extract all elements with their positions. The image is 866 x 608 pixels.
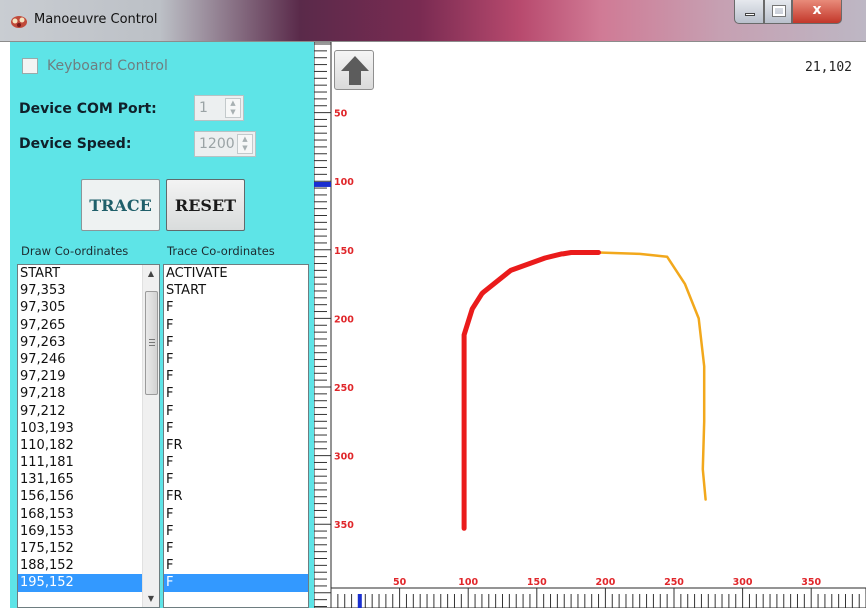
y-tick-label: 150 xyxy=(334,246,354,257)
device-speed-spinner[interactable]: 1200 ▲ ▼ xyxy=(194,131,256,157)
draw-coordinate-item[interactable]: 168,153 xyxy=(18,506,159,523)
y-tick-label: 300 xyxy=(334,452,354,463)
trace-coordinate-item[interactable]: FR xyxy=(164,437,308,454)
trace-coordinate-item[interactable]: ACTIVATE xyxy=(164,265,308,282)
trace-coordinate-item[interactable]: F xyxy=(164,540,308,557)
window-title: Manoeuvre Control xyxy=(34,12,158,27)
draw-coordinate-item[interactable]: START xyxy=(18,265,159,282)
trace-coordinate-item[interactable]: F xyxy=(164,557,308,574)
com-port-spinner[interactable]: 1 ▲ ▼ xyxy=(194,95,244,121)
maximize-button[interactable] xyxy=(764,0,792,24)
draw-coordinates-list[interactable]: START 97,353 97,305 97,265 97,263 97,246 97,21… xyxy=(17,264,160,608)
draw-coordinate-item[interactable]: 110,182 xyxy=(18,437,159,454)
draw-coordinate-item[interactable]: 97,265 xyxy=(18,317,159,334)
draw-coordinate-item[interactable]: 97,263 xyxy=(18,334,159,351)
trace-coordinate-item[interactable]: F xyxy=(164,506,308,523)
draw-coordinate-item[interactable]: 195,152 xyxy=(18,574,159,592)
x-tick-label: 250 xyxy=(664,577,684,588)
spin-up-icon[interactable]: ▲ xyxy=(238,135,252,144)
draw-coordinate-item[interactable]: 131,165 xyxy=(18,471,159,488)
com-port-value: 1 xyxy=(199,100,208,116)
trace-coordinate-item[interactable]: F xyxy=(164,351,308,368)
trace-coordinate-item[interactable]: F xyxy=(164,420,308,437)
minimize-icon xyxy=(745,13,755,16)
keyboard-control-label: Keyboard Control xyxy=(47,58,168,74)
y-tick-label: 100 xyxy=(334,177,354,188)
trace-coordinate-item[interactable]: F xyxy=(164,317,308,334)
draw-coordinate-item[interactable]: 97,218 xyxy=(18,385,159,402)
x-tick-label: 200 xyxy=(595,577,615,588)
draw-coordinate-item[interactable]: 97,212 xyxy=(18,403,159,420)
coordinate-readout: 21,102 xyxy=(805,60,852,75)
drawn-path xyxy=(461,250,601,531)
drawing-canvas[interactable]: 50 100 150 200 250 300 350 50 100 150 200 250 300 350… xyxy=(314,42,866,608)
draw-coordinate-item[interactable]: 97,219 xyxy=(18,368,159,385)
trace-coordinate-item[interactable]: F xyxy=(164,523,308,540)
trace-coordinate-item[interactable]: F xyxy=(164,299,308,316)
close-button[interactable]: x xyxy=(792,0,842,24)
draw-coordinate-item[interactable]: 97,353 xyxy=(18,282,159,299)
keyboard-control-row: Keyboard Control xyxy=(22,58,168,74)
control-panel: Keyboard Control Device COM Port: 1 ▲ ▼ D… xyxy=(10,42,314,608)
canvas-svg[interactable]: 50 100 150 200 250 300 350 50 100 150 200 250 300 350 xyxy=(314,42,866,608)
trace-coordinate-item[interactable]: F xyxy=(164,454,308,471)
traced-path xyxy=(597,251,707,501)
draw-coordinate-item[interactable]: 169,153 xyxy=(18,523,159,540)
draw-list-scrollbar[interactable]: ▲ ▼ xyxy=(142,265,159,607)
draw-coordinate-item[interactable]: 97,305 xyxy=(18,299,159,316)
draw-coordinate-item[interactable]: 111,181 xyxy=(18,454,159,471)
scroll-up-icon[interactable]: ▲ xyxy=(143,265,159,282)
trace-coordinate-item[interactable]: F xyxy=(164,368,308,385)
title-bar: Manoeuvre Control x xyxy=(0,0,866,42)
draw-coordinates-header: Draw Co-ordinates xyxy=(21,244,129,258)
trace-coordinates-list[interactable]: ACTIVATE START F F F F F F F F FR F F FR F F F F F xyxy=(163,264,309,608)
device-speed-label: Device Speed: xyxy=(19,136,132,152)
x-tick-label: 100 xyxy=(458,577,478,588)
draw-coordinate-item[interactable]: 97,246 xyxy=(18,351,159,368)
trace-coordinate-item[interactable]: START xyxy=(164,282,308,299)
grip-icon xyxy=(149,339,155,346)
draw-coordinate-item[interactable]: 175,152 xyxy=(18,540,159,557)
trace-button[interactable]: TRACE xyxy=(81,179,160,231)
keyboard-control-checkbox[interactable] xyxy=(22,58,38,74)
minimize-button[interactable] xyxy=(734,0,764,24)
move-forward-button[interactable] xyxy=(334,50,374,90)
x-tick-label: 50 xyxy=(393,577,407,588)
trace-coordinate-item[interactable]: F xyxy=(164,471,308,488)
trace-coordinate-item[interactable]: F xyxy=(164,574,308,592)
y-tick-label: 200 xyxy=(334,314,354,325)
reset-button[interactable]: RESET xyxy=(166,179,245,231)
ruler-cursor-marker xyxy=(357,594,362,608)
draw-list-items: START 97,353 97,305 97,265 97,263 97,246 97,21… xyxy=(18,265,159,592)
spin-up-icon[interactable]: ▲ xyxy=(226,99,240,108)
scroll-down-icon[interactable]: ▼ xyxy=(143,590,159,607)
up-arrow-icon xyxy=(341,56,369,85)
trace-coordinate-item[interactable]: F xyxy=(164,334,308,351)
trace-coordinates-header: Trace Co-ordinates xyxy=(167,244,275,258)
x-tick-label: 350 xyxy=(801,577,821,588)
draw-coordinate-item[interactable]: 188,152 xyxy=(18,557,159,574)
close-icon: x xyxy=(812,2,822,18)
spin-down-icon[interactable]: ▼ xyxy=(238,144,252,153)
y-tick-label: 50 xyxy=(334,109,348,120)
scroll-thumb[interactable] xyxy=(145,291,158,395)
ruler-cursor-marker xyxy=(314,181,331,187)
com-port-spin-arrows[interactable]: ▲ ▼ xyxy=(225,98,241,118)
com-port-label: Device COM Port: xyxy=(19,101,157,117)
trace-coordinate-item[interactable]: FR xyxy=(164,488,308,505)
trace-coordinate-item[interactable]: F xyxy=(164,385,308,402)
maximize-icon xyxy=(772,5,786,17)
trace-list-items: ACTIVATE START F F F F F F F F FR F F FR F F F F F xyxy=(164,265,308,592)
x-tick-label: 150 xyxy=(527,577,547,588)
spin-down-icon[interactable]: ▼ xyxy=(226,108,240,117)
app-logo-icon xyxy=(11,16,27,28)
draw-coordinate-item[interactable]: 103,193 xyxy=(18,420,159,437)
device-speed-spin-arrows[interactable]: ▲ ▼ xyxy=(237,134,253,154)
x-tick-label: 300 xyxy=(733,577,753,588)
draw-coordinate-item[interactable]: 156,156 xyxy=(18,488,159,505)
y-tick-label: 250 xyxy=(334,383,354,394)
y-tick-label: 350 xyxy=(334,520,354,531)
trace-coordinate-item[interactable]: F xyxy=(164,403,308,420)
device-speed-value: 1200 xyxy=(199,136,235,152)
